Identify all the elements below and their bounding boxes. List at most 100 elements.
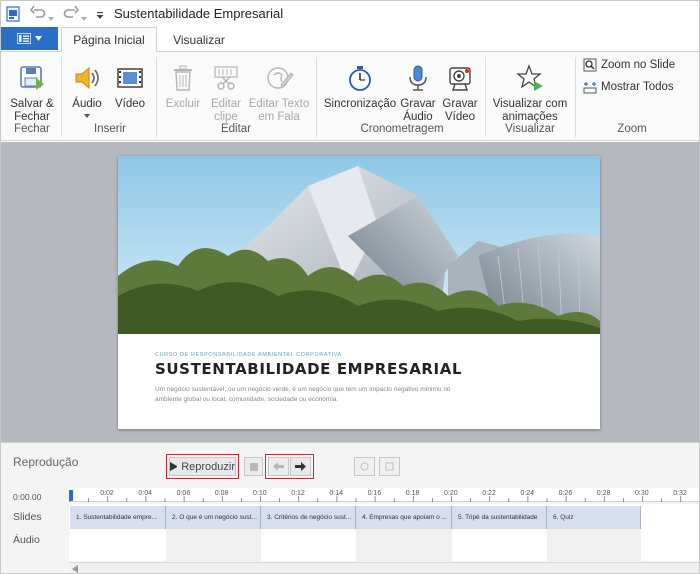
slide-subtitle: CURSO DE RESPONSABILIDADE AMBIENTAL CORP… — [155, 352, 342, 358]
arrow-left-icon — [273, 462, 284, 471]
record-audio-button[interactable]: Gravar Áudio — [398, 58, 438, 124]
previous-slide-button[interactable] — [268, 457, 289, 476]
app-window: Sustentabilidade Empresarial Página Inic… — [0, 0, 700, 574]
ruler-tick-label: 0:08 — [214, 490, 229, 497]
file-menu-chevron-icon — [35, 36, 42, 41]
ruler-tick-label: 0:20 — [444, 490, 458, 497]
sync-button[interactable]: Sincronização — [323, 58, 397, 111]
stop-icon — [249, 462, 258, 471]
edit-tts-label: Editar Texto em Fala — [248, 98, 310, 123]
timeline-scrollbar[interactable] — [69, 562, 699, 573]
customize-toolbar-icon[interactable] — [96, 9, 104, 23]
insert-audio-button[interactable]: Áudio — [68, 58, 106, 118]
timeline-slide-segment[interactable]: 5. Tripé da sustentabilidade — [452, 506, 547, 529]
audio-dropdown-icon — [84, 114, 90, 118]
ruler-tick-label: 0:12 — [291, 490, 305, 497]
ruler-tick-label: 0:02 — [100, 490, 114, 497]
timeline-audio-cell[interactable] — [547, 529, 641, 561]
timeline-audio-cell[interactable] — [166, 529, 261, 561]
ruler-tick-label: 0:30 — [635, 490, 649, 497]
window-title: Sustentabilidade Empresarial — [114, 6, 284, 21]
playback-label: Reprodução — [13, 455, 79, 469]
timeline-slide-segment[interactable]: 2. O que é um negócio sust... — [166, 506, 261, 529]
group-separator — [316, 57, 317, 137]
save-close-button[interactable]: Salvar & Fechar — [7, 58, 57, 124]
file-menu-button[interactable] — [1, 27, 58, 50]
insert-video-button[interactable]: Vídeo — [111, 58, 149, 111]
star-play-icon — [515, 58, 545, 98]
timeline-audio-cell[interactable] — [70, 529, 166, 561]
save-close-label: Salvar & Fechar — [10, 98, 54, 123]
microphone-icon — [403, 58, 433, 98]
ruler-tick-label: 0:04 — [138, 490, 153, 497]
ruler-tick-label: 0:18 — [405, 490, 420, 497]
zoom-slide-label: Zoom no Slide — [601, 59, 676, 71]
group-separator — [61, 57, 62, 137]
trash-icon — [168, 58, 198, 98]
ruler-tick-label: 0:14 — [329, 490, 344, 497]
playhead-icon[interactable] — [69, 490, 74, 505]
show-all-label: Mostrar Todos — [601, 81, 674, 93]
ruler-tick-label: 0:22 — [482, 490, 496, 497]
stop-button[interactable] — [244, 457, 263, 476]
ruler-tick-label: 0:32 — [673, 490, 687, 497]
timeline-slide-segment[interactable]: 1. Sustentabilidade empre... — [70, 506, 166, 529]
play-button[interactable]: Reproduzir — [169, 457, 236, 476]
slide-hero-image — [118, 156, 600, 335]
zoom-slide-button[interactable]: Zoom no Slide — [583, 58, 675, 72]
timeline-slide-segment[interactable]: 6. Quiz — [547, 506, 641, 529]
marker-add-icon — [360, 462, 369, 471]
slide-title: SUSTENTABILIDADE EMPRESARIAL — [155, 360, 463, 378]
play-label: Reproduzir — [181, 460, 235, 473]
group-separator — [156, 57, 157, 137]
add-marker-button[interactable] — [354, 457, 375, 476]
speaker-icon — [72, 58, 102, 98]
redo-icon[interactable] — [63, 4, 80, 23]
remove-marker-button[interactable] — [379, 457, 400, 476]
delete-button[interactable]: Excluir — [163, 58, 203, 111]
ruler-tick-label: 0:06 — [176, 490, 191, 497]
stopwatch-icon — [345, 58, 375, 98]
undo-icon[interactable] — [29, 4, 46, 23]
record-video-button[interactable]: Gravar Vídeo — [440, 58, 480, 124]
ruler-tick-label: 0:24 — [520, 490, 535, 497]
slide-preview[interactable]: CURSO DE RESPONSABILIDADE AMBIENTAL CORP… — [118, 156, 600, 429]
next-slide-button[interactable] — [290, 457, 311, 476]
text-to-speech-icon — [264, 58, 294, 98]
undo-dropdown-icon[interactable] — [48, 10, 54, 24]
group-label-zoom: Zoom — [617, 123, 647, 135]
ruler-tick-label: 0:10 — [253, 490, 267, 497]
record-audio-label: Gravar Áudio — [400, 98, 436, 123]
timeline-audio-cell[interactable] — [261, 529, 356, 561]
webcam-icon — [445, 58, 475, 98]
timeline-slide-segment[interactable]: 4. Empresas que apoiam o ... — [356, 506, 452, 529]
arrow-right-icon — [295, 462, 306, 471]
ruler-tick-label: 0:16 — [367, 490, 382, 497]
tab-view[interactable]: Visualizar — [161, 27, 237, 52]
preview-animations-label: Visualizar com animações — [492, 98, 568, 123]
timeline-audio-cell[interactable] — [356, 529, 452, 561]
film-icon — [115, 58, 145, 98]
preview-animations-button[interactable]: Visualizar com animações — [491, 58, 569, 124]
tab-home[interactable]: Página Inicial — [61, 27, 157, 52]
timeline-slide-segment[interactable]: 3. Critérios de negócio sust... — [261, 506, 356, 529]
group-label-editar: Editar — [220, 123, 252, 135]
app-logo-icon — [6, 6, 20, 25]
timeline-start: 0:00.00 — [13, 492, 42, 502]
redo-dropdown-icon[interactable] — [81, 10, 87, 24]
file-menu-icon — [17, 33, 31, 44]
ruler-tick-label: 0:26 — [558, 490, 573, 497]
timeline-audio-cell[interactable] — [452, 529, 547, 561]
title-bar: Sustentabilidade Empresarial — [1, 1, 699, 27]
show-all-button[interactable]: Mostrar Todos — [583, 80, 674, 94]
sync-label: Sincronização — [323, 98, 397, 110]
audio-label: Áudio — [72, 98, 102, 110]
group-label-visualizar: Visualizar — [505, 123, 555, 135]
save-close-icon — [17, 58, 47, 98]
audio-row-label: Áudio — [13, 534, 40, 546]
group-label-fechar: Fechar — [14, 123, 50, 135]
edit-clip-button[interactable]: Editar clipe — [205, 58, 247, 124]
edit-tts-button[interactable]: Editar Texto em Fala — [246, 58, 312, 124]
scroll-left-icon[interactable] — [72, 565, 78, 573]
delete-label: Excluir — [165, 98, 201, 110]
